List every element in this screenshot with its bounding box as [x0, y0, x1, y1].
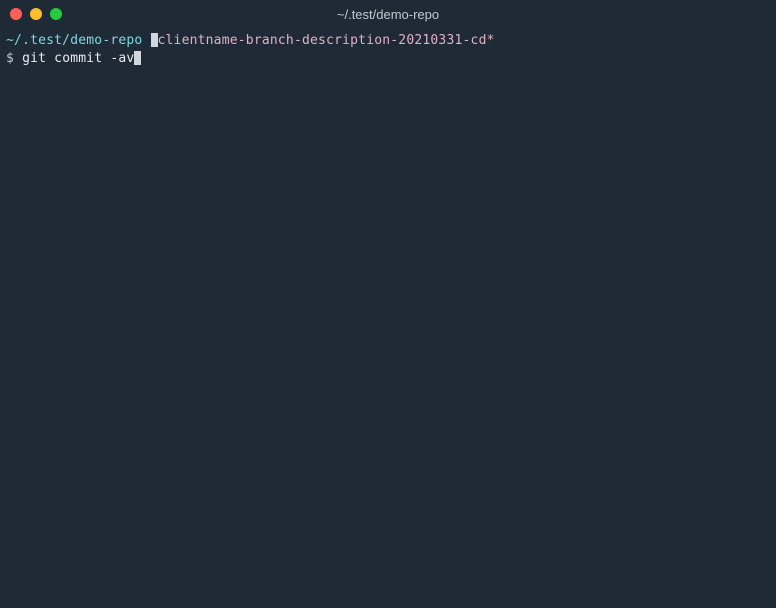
window-titlebar: ~/.test/demo-repo [0, 0, 776, 28]
branch-cursor [151, 33, 158, 47]
maximize-icon[interactable] [50, 8, 62, 20]
command-text: git commit -av [22, 51, 134, 66]
git-branch: clientname-branch-description-20210331-c… [158, 33, 495, 48]
terminal-cursor [134, 51, 141, 65]
window-title: ~/.test/demo-repo [337, 7, 439, 22]
prompt-symbol: $ [6, 51, 14, 66]
terminal-body[interactable]: ~/.test/demo-repo clientname-branch-desc… [0, 28, 776, 71]
prompt-line-1: ~/.test/demo-repo clientname-branch-desc… [6, 32, 770, 50]
prompt-line-2: $ git commit -av [6, 50, 770, 68]
close-icon[interactable] [10, 8, 22, 20]
minimize-icon[interactable] [30, 8, 42, 20]
cwd-path: ~/.test/demo-repo [6, 33, 142, 48]
traffic-lights [10, 8, 62, 20]
